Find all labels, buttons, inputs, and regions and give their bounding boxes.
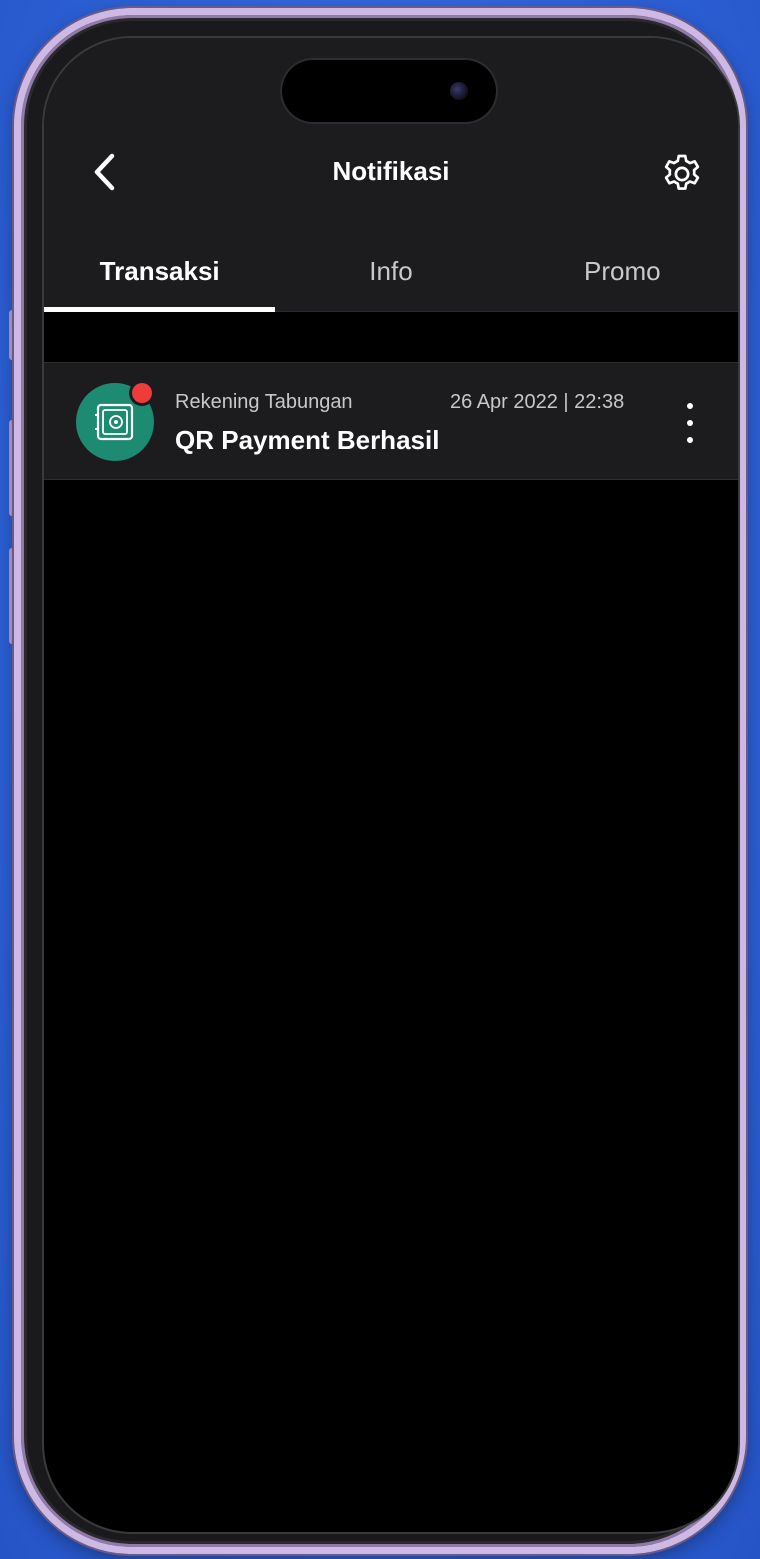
page-title: Notifikasi	[332, 156, 450, 186]
list-item[interactable]: Rekening Tabungan 26 Apr 2022 | 22:38 QR…	[44, 362, 738, 480]
notification-title: QR Payment Berhasil	[175, 425, 440, 455]
gear-icon	[664, 154, 700, 190]
tab-promo[interactable]: Promo	[507, 238, 738, 311]
safe-vault-icon	[95, 403, 134, 441]
more-vertical-icon	[687, 403, 693, 409]
notification-timestamp: 26 Apr 2022 | 22:38	[450, 391, 625, 413]
tab-info[interactable]: Info	[275, 238, 506, 311]
notification-category: Rekening Tabungan	[175, 391, 353, 413]
phone-screen: Notifikasi Transaksi Info Promo Rekening…	[44, 38, 738, 1532]
tab-bar: Transaksi Info Promo	[44, 238, 738, 312]
front-camera-icon	[450, 82, 468, 100]
dynamic-island	[282, 60, 496, 122]
settings-button[interactable]	[658, 150, 706, 198]
more-options-button[interactable]	[676, 399, 704, 447]
more-vertical-icon-dot	[687, 420, 693, 426]
app-header: Notifikasi Transaksi Info Promo	[44, 38, 738, 312]
more-vertical-icon-dot	[687, 437, 693, 443]
notification-list: Rekening Tabungan 26 Apr 2022 | 22:38 QR…	[44, 362, 738, 480]
unread-badge	[132, 383, 152, 403]
tab-transaksi[interactable]: Transaksi	[44, 238, 276, 312]
